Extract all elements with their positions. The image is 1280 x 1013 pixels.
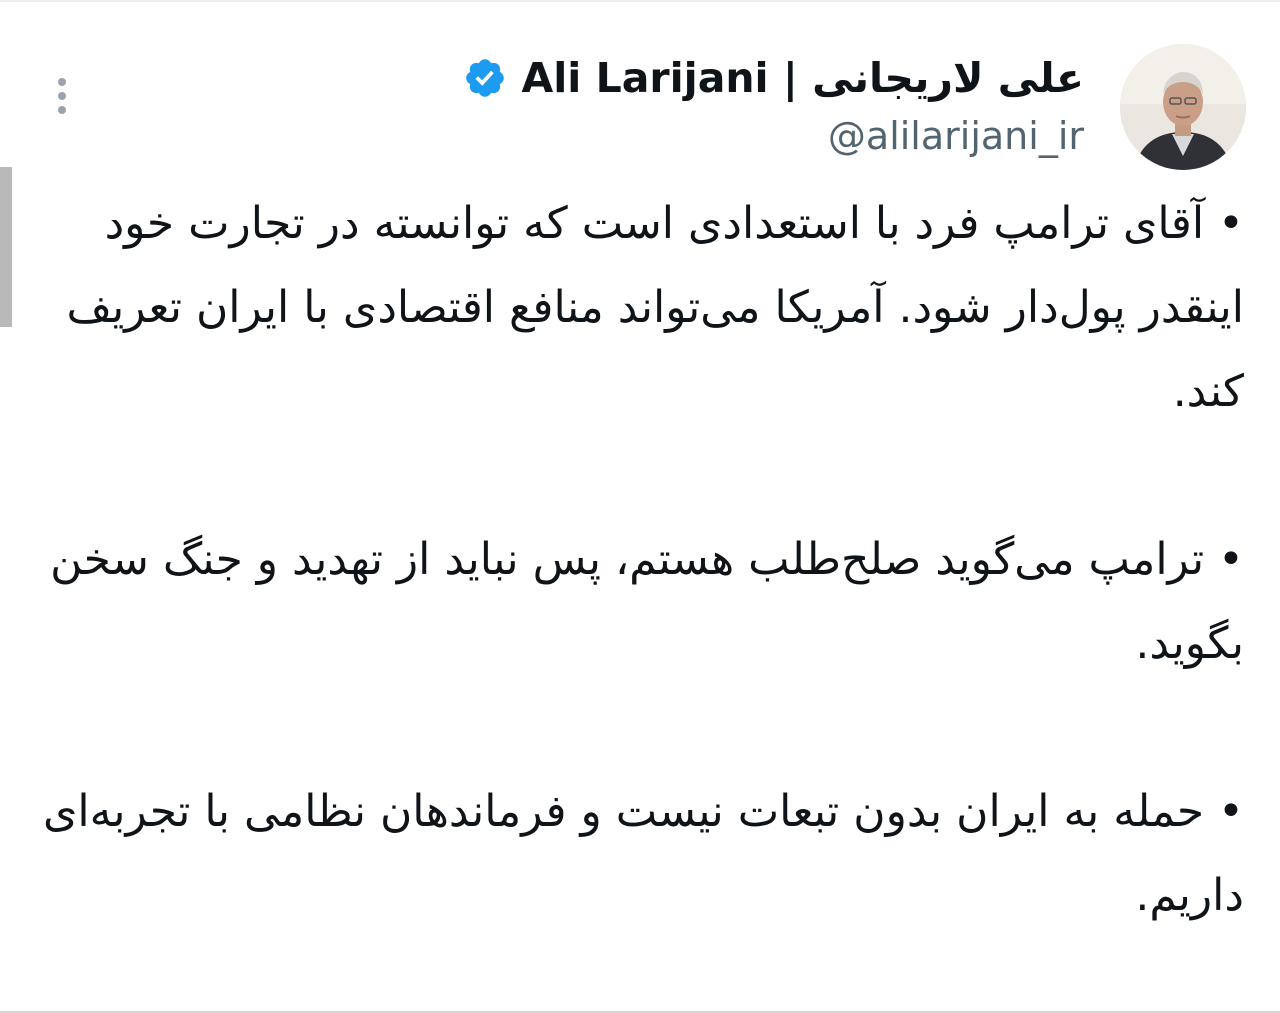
tweet-paragraph: • ترامپ می‌گوید صلح‌طلب هستم، پس نباید ا… (50, 534, 1244, 669)
more-vertical-icon-dot (58, 92, 66, 100)
tweet-text: • آقای ترامپ فرد با استعدادی است که توان… (40, 182, 1244, 938)
tweet-header: Ali Larijani | علی لاریجانی @alilarijani… (463, 46, 1084, 158)
tweet-card: Ali Larijani | علی لاریجانی @alilarijani… (0, 0, 1280, 1013)
more-vertical-icon-dot (58, 106, 66, 114)
scrollbar[interactable] (0, 167, 12, 327)
name-row: Ali Larijani | علی لاریجانی (463, 46, 1084, 110)
user-handle[interactable]: @alilarijani_ir (463, 114, 1084, 158)
tweet-paragraph: • حمله به ایران بدون تبعات نیست و فرماند… (42, 786, 1244, 921)
more-options-button[interactable] (44, 72, 80, 120)
display-name[interactable]: Ali Larijani | علی لاریجانی (521, 54, 1084, 102)
more-vertical-icon (58, 78, 66, 86)
avatar-image (1120, 44, 1246, 170)
verified-badge-icon (463, 56, 507, 100)
avatar[interactable] (1120, 44, 1246, 170)
tweet-paragraph: • آقای ترامپ فرد با استعدادی است که توان… (66, 198, 1244, 417)
